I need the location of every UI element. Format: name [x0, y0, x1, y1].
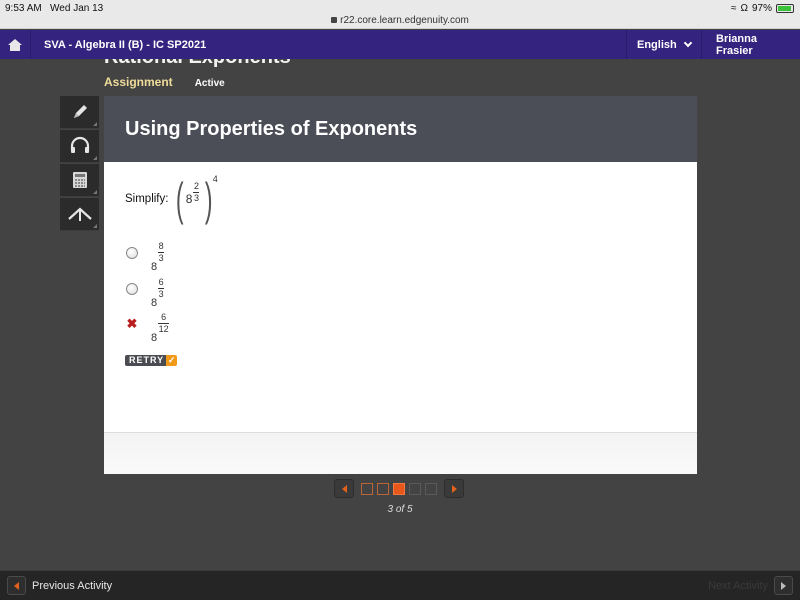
answer-option-incorrect[interactable]: ✖ 8 6 12	[126, 312, 170, 344]
answer-numerator: 6	[158, 277, 164, 287]
calculator-icon	[72, 172, 87, 188]
date-text: Wed Jan 13	[50, 3, 104, 14]
headphones-icon	[70, 136, 89, 153]
radio-button[interactable]	[126, 247, 138, 259]
answer-base: 8	[151, 332, 158, 344]
retry-button[interactable]: RETRY ✓	[125, 355, 178, 366]
address-bar[interactable]: r22.core.learn.edgenuity.com	[0, 15, 800, 26]
answer-base: 8	[151, 297, 158, 309]
user-menu[interactable]: Brianna Frasier	[701, 30, 800, 59]
incorrect-x-icon: ✖	[126, 316, 138, 331]
reference-tool-button[interactable]	[60, 198, 99, 231]
bottom-bar: Previous Activity Next Activity	[0, 570, 800, 600]
lesson-breadcrumb: Assignment Active	[104, 75, 225, 89]
retry-label: RETRY	[125, 355, 167, 366]
answer-exponent: 8 3	[158, 241, 165, 263]
page-counter: 3 of 5	[387, 504, 413, 515]
answer-numerator: 8	[158, 241, 164, 251]
expression-base: 8	[185, 192, 193, 206]
page-dot-2[interactable]	[377, 482, 389, 495]
next-page-button[interactable]	[444, 479, 464, 498]
language-label: English	[637, 38, 677, 51]
status-indicators: ≈ Ω 97%	[731, 3, 794, 14]
card-header: Using Properties of Exponents	[104, 96, 697, 162]
answer-denominator: 3	[158, 289, 164, 299]
arrow-left-icon	[14, 581, 19, 590]
activity-title: Using Properties of Exponents	[125, 117, 418, 140]
activity-pager	[334, 479, 464, 498]
answer-expression: 8 6 12	[151, 312, 170, 344]
audio-tool-button[interactable]	[60, 130, 99, 163]
browser-status-bar: 9:53 AM Wed Jan 13 ≈ Ω 97% r22.core.lear…	[0, 0, 800, 29]
page-indicators	[361, 482, 437, 495]
question-prompt: Simplify: ( 8 2 3 ) 4	[125, 173, 218, 225]
headphones-status-icon: Ω	[740, 3, 748, 14]
previous-activity-arrow[interactable]	[7, 576, 26, 595]
assignment-label: Assignment	[104, 75, 173, 89]
previous-page-button[interactable]	[334, 479, 354, 498]
prompt-label: Simplify:	[125, 193, 169, 205]
home-icon	[8, 38, 22, 51]
checkmark-icon: ✓	[166, 355, 178, 366]
answer-option[interactable]: 8 6 3	[126, 277, 165, 309]
page-dot-5[interactable]	[425, 482, 437, 495]
radio-button[interactable]	[126, 283, 138, 295]
outer-exponent: 4	[212, 174, 218, 184]
status-badge: Active	[194, 78, 225, 89]
reference-icon	[67, 207, 92, 221]
answer-denominator: 12	[158, 324, 169, 334]
wifi-icon: ≈	[731, 3, 737, 14]
page-dot-1[interactable]	[361, 482, 373, 495]
arrow-right-icon	[451, 484, 457, 493]
tool-rail	[60, 96, 99, 232]
previous-activity-button[interactable]: Previous Activity	[7, 576, 112, 595]
lock-icon	[331, 17, 338, 23]
page-dot-4[interactable]	[409, 482, 421, 495]
answer-base: 8	[151, 261, 158, 273]
answer-option[interactable]: 8 8 3	[126, 241, 165, 273]
answer-denominator: 3	[158, 253, 164, 263]
card-footer	[104, 432, 697, 474]
url-text: r22.core.learn.edgenuity.com	[340, 15, 469, 26]
next-activity-arrow[interactable]	[774, 576, 793, 595]
language-dropdown[interactable]: English	[626, 30, 701, 59]
inner-exponent-fraction: 2 3	[193, 180, 200, 203]
left-paren: (	[176, 173, 184, 225]
arrow-left-icon	[341, 484, 347, 493]
time-text: 9:53 AM	[5, 3, 42, 14]
answer-expression: 8 6 3	[151, 277, 165, 309]
inner-denominator: 3	[193, 192, 199, 203]
pencil-tool-button[interactable]	[60, 96, 99, 129]
next-activity-button[interactable]: Next Activity	[708, 576, 793, 595]
arrow-right-icon	[781, 581, 786, 590]
page-dot-3[interactable]	[393, 482, 405, 495]
next-activity-label: Next Activity	[708, 579, 768, 592]
answer-expression: 8 8 3	[151, 241, 165, 273]
previous-activity-label: Previous Activity	[32, 579, 113, 592]
inner-numerator: 2	[193, 180, 199, 191]
course-title[interactable]: SVA - Algebra II (B) - IC SP2021	[44, 39, 626, 51]
answer-exponent: 6 3	[158, 277, 165, 299]
top-navigation: SVA - Algebra II (B) - IC SP2021 English…	[0, 30, 800, 59]
answer-numerator: 6	[161, 312, 167, 322]
chevron-down-icon	[683, 38, 693, 48]
pencil-icon	[73, 105, 87, 118]
status-time: 9:53 AM Wed Jan 13	[5, 3, 103, 14]
calculator-tool-button[interactable]	[60, 164, 99, 197]
answer-exponent: 6 12	[158, 312, 170, 334]
battery-percent: 97%	[751, 3, 772, 14]
battery-icon	[776, 4, 794, 13]
activity-card: Using Properties of Exponents Simplify: …	[104, 96, 697, 474]
home-button[interactable]	[0, 30, 31, 59]
